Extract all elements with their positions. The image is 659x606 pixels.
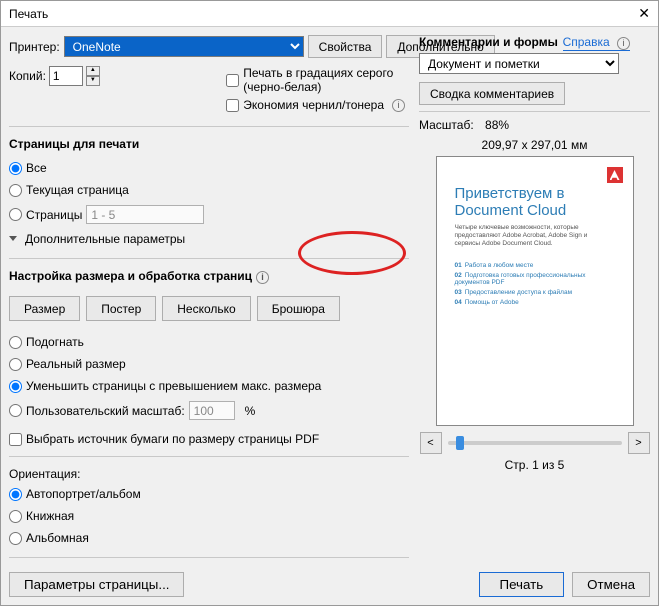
slider-thumb[interactable] (456, 436, 464, 450)
size-custom-radio[interactable]: Пользовательский масштаб: % (9, 401, 409, 420)
close-icon[interactable]: ✕ (638, 5, 650, 22)
percent-label: % (245, 404, 256, 418)
comments-select[interactable]: Документ и пометки (419, 53, 619, 74)
preview-subtext: Четыре ключевые возможности, которые пре… (455, 224, 615, 248)
orientation-section-title: Ориентация: (9, 467, 409, 481)
preview-list-item: 01Работа в любом месте (455, 262, 615, 269)
window-title: Печать (9, 7, 48, 21)
page-counter: Стр. 1 из 5 (419, 458, 650, 472)
size-shrink-radio[interactable]: Уменьшить страницы с превышением макс. р… (9, 379, 409, 393)
print-button[interactable]: Печать (479, 572, 565, 597)
summarize-comments-button[interactable]: Сводка комментариев (419, 82, 565, 105)
help-icon: i (617, 37, 630, 50)
orient-landscape-radio[interactable]: Альбомная (9, 531, 409, 545)
preview-list-item: 03Предоставление доступа к файлам (455, 289, 615, 296)
orient-auto-radio[interactable]: Автопортрет/альбом (9, 487, 409, 501)
page-slider[interactable] (448, 441, 622, 445)
printer-select[interactable]: OneNote (64, 36, 304, 57)
grayscale-checkbox[interactable]: Печать в градациях серого (черно-белая) (226, 66, 409, 94)
page-dimensions: 209,97 x 297,01 мм (419, 138, 650, 152)
preview-heading: Приветствуем вDocument Cloud (455, 185, 615, 220)
tab-multiple[interactable]: Несколько (162, 296, 250, 321)
ink-saver-checkbox[interactable]: Экономия чернил/тонераi (226, 98, 409, 112)
pages-range-radio[interactable]: Страницы (9, 205, 409, 224)
properties-button[interactable]: Свойства (308, 35, 383, 58)
help-link[interactable]: Справка i (563, 35, 630, 51)
info-icon: i (256, 271, 269, 284)
tab-poster[interactable]: Постер (86, 296, 156, 321)
page-setup-button[interactable]: Параметры страницы... (9, 572, 184, 597)
scale-value: 88% (485, 118, 509, 132)
next-page-button[interactable]: > (628, 432, 650, 454)
size-actual-radio[interactable]: Реальный размер (9, 357, 409, 371)
pages-all-radio[interactable]: Все (9, 161, 409, 175)
printer-label: Принтер: (9, 40, 60, 54)
preview-list-item: 04Помощь от Adobe (455, 299, 615, 306)
paper-source-checkbox[interactable]: Выбрать источник бумаги по размеру стран… (9, 432, 409, 446)
orient-portrait-radio[interactable]: Книжная (9, 509, 409, 523)
prev-page-button[interactable]: < (420, 432, 442, 454)
pages-range-input[interactable] (86, 205, 204, 224)
copies-up-icon[interactable]: ▲ (86, 66, 100, 76)
tab-booklet[interactable]: Брошюра (257, 296, 340, 321)
cancel-button[interactable]: Отмена (572, 572, 650, 597)
preview-list-item: 02Подготовка готовых профессиональных до… (455, 272, 615, 286)
scale-label: Масштаб: (419, 118, 474, 132)
pages-current-radio[interactable]: Текущая страница (9, 183, 409, 197)
size-fit-radio[interactable]: Подогнать (9, 335, 409, 349)
info-icon: i (392, 99, 405, 112)
copies-label: Копий: (9, 69, 46, 83)
custom-scale-input[interactable] (189, 401, 235, 420)
tab-size[interactable]: Размер (9, 296, 80, 321)
pages-section-title: Страницы для печати (9, 137, 409, 151)
sizing-section-title: Настройка размера и обработка страницi (9, 269, 409, 284)
adobe-logo-icon (607, 167, 623, 183)
chevron-down-icon (9, 236, 17, 241)
pages-more-toggle[interactable]: Дополнительные параметры (9, 232, 409, 246)
copies-input[interactable] (49, 66, 83, 86)
copies-down-icon[interactable]: ▼ (86, 76, 100, 86)
page-preview: Приветствуем вDocument Cloud Четыре ключ… (436, 156, 634, 426)
